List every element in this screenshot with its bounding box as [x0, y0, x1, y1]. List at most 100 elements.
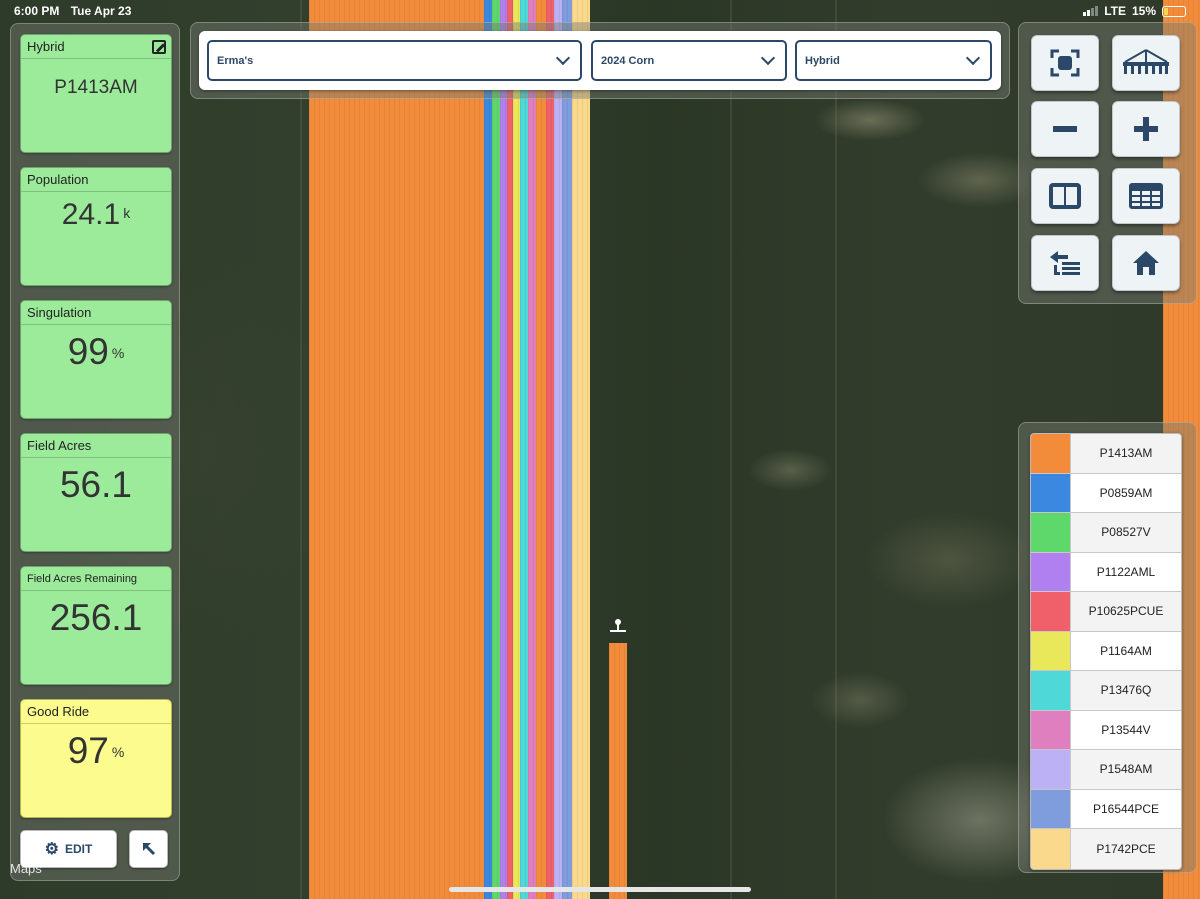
- table-view-button[interactable]: [1112, 168, 1180, 224]
- focus-frame-icon: [1050, 49, 1080, 77]
- home-icon: [1133, 251, 1159, 275]
- maps-watermark: Maps: [10, 861, 42, 876]
- singulation-tile[interactable]: Singulation 99%: [20, 300, 172, 419]
- arrow-up-left-icon: [142, 842, 155, 856]
- coverage-strip: [554, 0, 562, 899]
- tile-label: Hybrid: [21, 35, 171, 59]
- tile-label: Singulation: [21, 301, 171, 325]
- season-select-value: 2024 Corn: [601, 54, 655, 67]
- legend-label: P10625PCUE: [1088, 604, 1164, 619]
- legend-row[interactable]: P10625PCUE: [1031, 592, 1181, 632]
- edit-button-label: EDIT: [65, 842, 93, 856]
- legend-row[interactable]: P16544PCE: [1031, 789, 1181, 829]
- expand-button[interactable]: [129, 830, 168, 868]
- selector-bar-container: Erma's 2024 Corn Hybrid: [190, 22, 1010, 99]
- hybrid-legend: P1413AM P0859AM P08527V P1122AML P10625P…: [1030, 433, 1182, 870]
- population-tile[interactable]: Population 24.1 k: [20, 167, 172, 286]
- hybrid-tile[interactable]: Hybrid P1413AM: [20, 34, 172, 153]
- legend-swatch: [1031, 710, 1071, 749]
- singulation-unit: %: [111, 344, 125, 361]
- zoom-out-button[interactable]: [1031, 101, 1099, 157]
- tile-value: 256.1: [21, 597, 171, 639]
- tile-value: P1413AM: [21, 77, 171, 99]
- fit-to-field-button[interactable]: [1031, 35, 1099, 91]
- coverage-strip: [484, 0, 492, 899]
- tile-value: 97%: [21, 730, 171, 772]
- planter-position-icon: [609, 617, 627, 637]
- coverage-strip: [520, 0, 528, 899]
- selector-bar: Erma's 2024 Corn Hybrid: [199, 31, 1001, 90]
- field-acres-remaining-tile[interactable]: Field Acres Remaining 256.1: [20, 566, 172, 685]
- field-select-value: Erma's: [217, 54, 254, 67]
- field-acres-tile[interactable]: Field Acres 56.1: [20, 433, 172, 552]
- legend-row[interactable]: P1413AM: [1031, 434, 1181, 474]
- legend-label: P13544V: [1101, 722, 1151, 737]
- tile-value: 24.1 k: [21, 198, 171, 232]
- coverage-strip-main: [309, 0, 484, 899]
- map-tools-panel: [1018, 22, 1197, 304]
- chevron-down-icon: [555, 50, 571, 66]
- legend-row[interactable]: P1548AM: [1031, 750, 1181, 790]
- home-button[interactable]: [1112, 235, 1180, 291]
- coverage-strip: [572, 0, 590, 899]
- layer-select-value: Hybrid: [805, 54, 840, 67]
- legend-row[interactable]: P1164AM: [1031, 631, 1181, 671]
- legend-swatch: [1031, 750, 1071, 789]
- field-select[interactable]: Erma's: [207, 40, 582, 81]
- legend-swatch: [1031, 552, 1071, 591]
- swap-list-button[interactable]: [1031, 235, 1099, 291]
- chevron-down-icon: [760, 50, 776, 66]
- coverage-strip: [546, 0, 554, 899]
- home-indicator[interactable]: [449, 887, 751, 892]
- hybrid-value: P1413AM: [54, 77, 138, 98]
- status-bar: 6:00 PM Tue Apr 23 LTE 15%: [0, 0, 1200, 22]
- status-time: 6:00 PM: [14, 4, 60, 18]
- planter-view-button[interactable]: [1112, 35, 1180, 91]
- coverage-strip: [492, 0, 500, 899]
- legend-row[interactable]: P13544V: [1031, 710, 1181, 750]
- legend-label: P16544PCE: [1092, 801, 1160, 816]
- legend-label: P13476Q: [1100, 683, 1152, 698]
- coverage-strip: [562, 0, 572, 899]
- table-icon: [1129, 183, 1163, 209]
- layer-select[interactable]: Hybrid: [795, 40, 992, 81]
- legend-label: P1413AM: [1099, 446, 1153, 461]
- coverage-strip-active: [609, 643, 627, 899]
- population-unit: k: [123, 204, 131, 221]
- field-boundary-line: [730, 0, 732, 899]
- tile-label: Good Ride: [21, 700, 171, 724]
- singulation-value: 99: [67, 331, 109, 372]
- plus-icon: [1134, 117, 1158, 141]
- hybrid-legend-panel: P1413AM P0859AM P08527V P1122AML P10625P…: [1018, 422, 1197, 873]
- legend-label: P1548AM: [1099, 762, 1153, 777]
- legend-row[interactable]: P13476Q: [1031, 671, 1181, 711]
- coverage-strip: [528, 0, 536, 899]
- season-select[interactable]: 2024 Corn: [591, 40, 787, 81]
- legend-label: P1742PCE: [1096, 841, 1156, 856]
- tile-value: 56.1: [21, 464, 171, 506]
- population-value: 24.1: [61, 198, 121, 231]
- legend-row[interactable]: P0859AM: [1031, 473, 1181, 513]
- legend-swatch: [1031, 829, 1071, 869]
- field-boundary-line: [835, 0, 837, 899]
- legend-label: P1122AML: [1096, 564, 1156, 579]
- good-ride-value: 97: [67, 730, 109, 771]
- split-view-button[interactable]: [1031, 168, 1099, 224]
- status-date: Tue Apr 23: [70, 4, 132, 18]
- legend-row[interactable]: P1122AML: [1031, 552, 1181, 592]
- field-acres-remaining-value: 256.1: [49, 597, 143, 638]
- legend-label: P1164AM: [1100, 643, 1152, 658]
- signal-icon: [1083, 6, 1099, 16]
- good-ride-tile[interactable]: Good Ride 97%: [20, 699, 172, 818]
- legend-row[interactable]: P1742PCE: [1031, 829, 1181, 869]
- tile-value: 99%: [21, 331, 171, 373]
- edit-icon[interactable]: [152, 40, 166, 54]
- legend-swatch: [1031, 671, 1071, 710]
- coverage-strip: [536, 0, 546, 899]
- legend-row[interactable]: P08527V: [1031, 513, 1181, 553]
- legend-label: P08527V: [1101, 525, 1151, 540]
- battery-percent: 15%: [1131, 4, 1156, 18]
- zoom-in-button[interactable]: [1112, 101, 1180, 157]
- tile-label: Field Acres Remaining: [21, 567, 171, 591]
- battery-icon: [1162, 5, 1186, 17]
